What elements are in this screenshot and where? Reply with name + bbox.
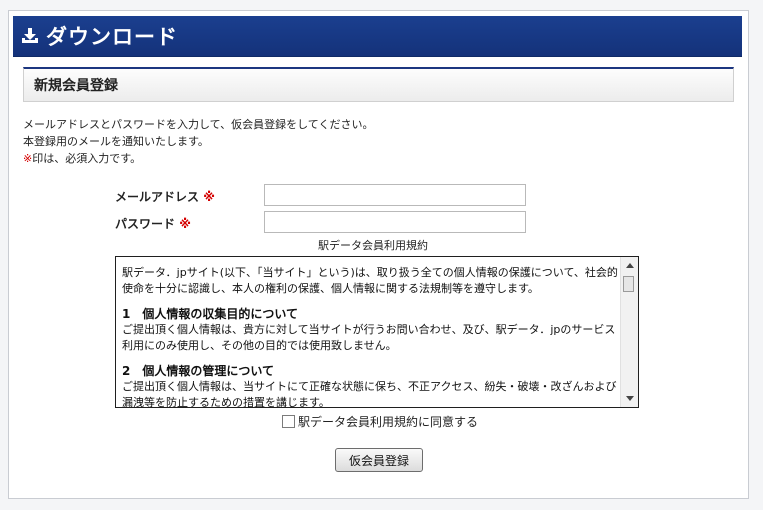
page-header: ダウンロード bbox=[13, 16, 742, 57]
agree-label[interactable]: 駅データ会員利用規約に同意する bbox=[298, 413, 478, 430]
terms-paragraph: ご提出頂く個人情報は、貴方に対して当サイトが行うお問い合わせ、及び、駅データ．j… bbox=[122, 323, 616, 352]
terms-scrollbar[interactable] bbox=[620, 257, 638, 407]
download-icon bbox=[22, 28, 38, 43]
email-label: メールアドレス ※ bbox=[115, 188, 215, 205]
intro-line-2: 本登録用のメールを通知いたします。 bbox=[23, 135, 209, 148]
required-mark: ※ bbox=[23, 152, 33, 165]
intro-text: メールアドレスとパスワードを入力して、仮会員登録をしてください。 本登録用のメー… bbox=[23, 116, 373, 167]
required-note: 印は、必須入力です。 bbox=[32, 152, 142, 165]
scroll-up-arrow-icon[interactable] bbox=[626, 263, 634, 268]
section-header: 新規会員登録 bbox=[23, 67, 734, 102]
terms-paragraph: ご提出頂く個人情報は、当サイトにて正確な状態に保ち、不正アクセス、紛失・破壊・改… bbox=[122, 380, 617, 408]
terms-content: 駅データ．jpサイト(以下、「当サイト」という)は、取り扱う全ての個人情報の保護… bbox=[122, 265, 618, 408]
email-label-text: メールアドレス bbox=[115, 190, 200, 204]
password-input[interactable] bbox=[264, 211, 526, 233]
password-label: パスワード ※ bbox=[115, 215, 191, 232]
terms-textarea[interactable]: 駅データ．jpサイト(以下、「当サイト」という)は、取り扱う全ての個人情報の保護… bbox=[115, 256, 639, 408]
intro-line-3: ※印は、必須入力です。 bbox=[23, 150, 373, 167]
section-title: 新規会員登録 bbox=[34, 78, 118, 94]
agree-checkbox[interactable] bbox=[282, 415, 295, 428]
terms-title: 駅データ会員利用規約 bbox=[318, 239, 428, 252]
terms-paragraph: 駅データ．jpサイト(以下、「当サイト」という)は、取り扱う全ての個人情報の保護… bbox=[122, 266, 618, 295]
agree-row: 駅データ会員利用規約に同意する bbox=[282, 413, 478, 430]
scroll-thumb[interactable] bbox=[623, 276, 634, 292]
email-input[interactable] bbox=[264, 184, 526, 206]
password-required-mark: ※ bbox=[179, 217, 191, 231]
terms-heading: 1 個人情報の収集目的について bbox=[122, 307, 298, 321]
terms-heading: 2 個人情報の管理について bbox=[122, 364, 274, 378]
page-title: ダウンロード bbox=[46, 25, 178, 49]
submit-button[interactable]: 仮会員登録 bbox=[335, 448, 423, 472]
intro-line-1: メールアドレスとパスワードを入力して、仮会員登録をしてください。 bbox=[23, 118, 374, 131]
email-required-mark: ※ bbox=[203, 190, 215, 204]
password-label-text: パスワード bbox=[115, 217, 176, 231]
scroll-down-arrow-icon[interactable] bbox=[626, 396, 634, 401]
